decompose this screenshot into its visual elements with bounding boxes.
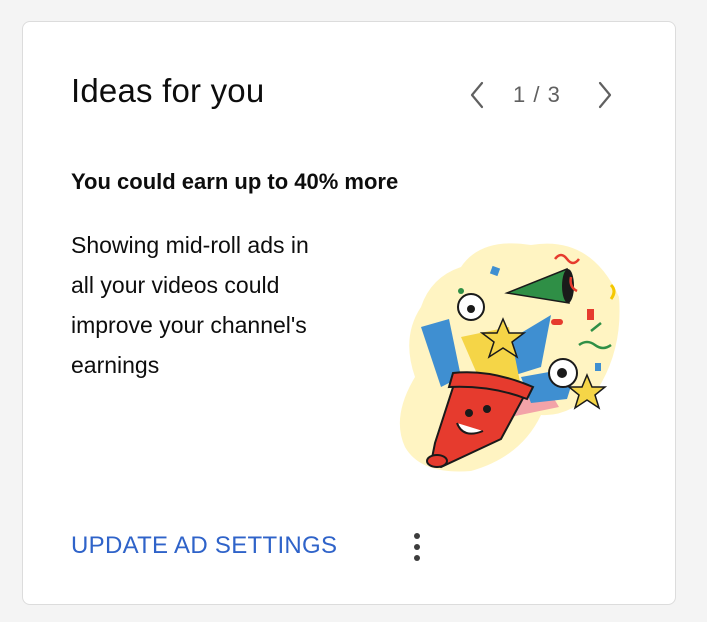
previous-idea-button[interactable] bbox=[463, 80, 491, 110]
description-line: improve your channel's bbox=[71, 312, 307, 338]
description-line: Showing mid-roll ads in bbox=[71, 232, 309, 258]
party-popper-illustration bbox=[391, 227, 623, 475]
idea-description: Showing mid-roll ads in all your videos … bbox=[71, 225, 371, 385]
description-line: all your videos could bbox=[71, 272, 280, 298]
idea-headline: You could earn up to 40% more bbox=[71, 169, 399, 194]
pager: 1 / 3 bbox=[463, 80, 617, 110]
update-ad-settings-button[interactable]: UPDATE AD SETTINGS bbox=[71, 532, 337, 560]
description-line: earnings bbox=[71, 352, 160, 378]
chevron-left-icon bbox=[470, 81, 484, 109]
more-options-button[interactable] bbox=[405, 530, 429, 564]
ideas-card: Ideas for you 1 / 3 You could earn up to… bbox=[22, 21, 676, 605]
next-idea-button[interactable] bbox=[591, 80, 619, 110]
chevron-right-icon bbox=[598, 81, 612, 109]
card-title: Ideas for you bbox=[71, 72, 265, 109]
more-vertical-icon bbox=[414, 533, 420, 561]
pager-count: 1 / 3 bbox=[513, 82, 561, 107]
